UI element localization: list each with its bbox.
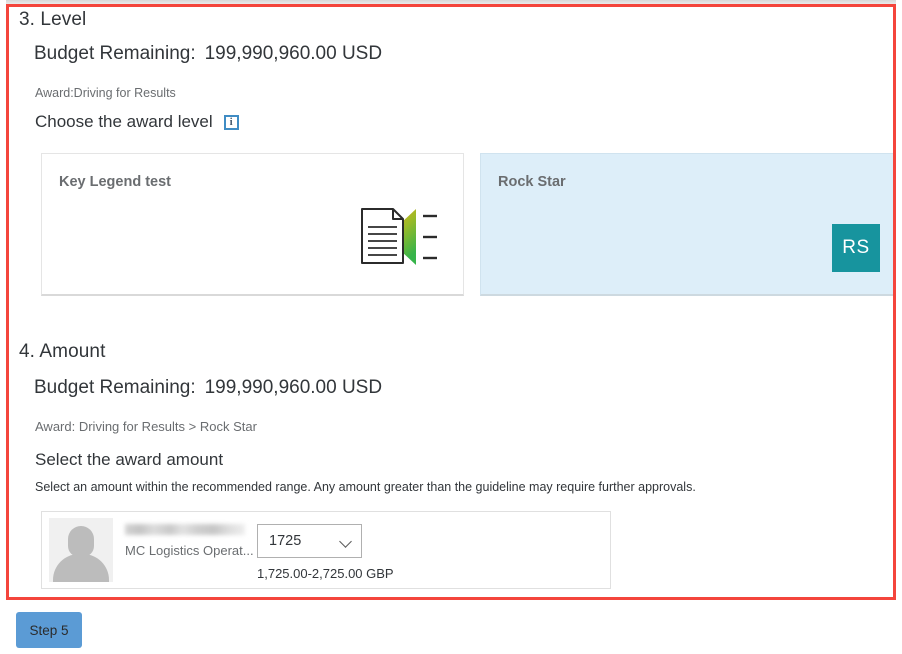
award-level-card-key-legend-test[interactable]: Key Legend test — [41, 153, 464, 296]
level-budget-value: 199,990,960.00 USD — [204, 43, 383, 64]
amount-selector-group: 1725 1,725.00-2,725.00 GBP — [257, 524, 394, 581]
info-icon[interactable]: i — [223, 114, 239, 130]
recipient-name: █████████ ████████ — [125, 524, 245, 535]
chevron-down-icon — [341, 536, 352, 547]
award-level-card-title: Rock Star — [498, 174, 566, 190]
avatar — [49, 518, 113, 582]
wizard-content: 3. Level Budget Remaining: 199,990,960.0… — [9, 7, 893, 597]
amount-budget-label: Budget Remaining: — [34, 377, 196, 398]
choose-award-level-row: Choose the award level i — [35, 112, 239, 132]
level-budget-label: Budget Remaining: — [34, 43, 196, 64]
award-amount-value: 1725 — [269, 533, 302, 549]
amount-helper-text: Select an amount within the recommended … — [35, 480, 696, 494]
select-award-amount-heading: Select the award amount — [35, 450, 224, 469]
choose-award-level-label: Choose the award level — [35, 112, 213, 131]
award-level-badge: RS — [832, 224, 880, 272]
level-step-title: 3. Level — [19, 9, 87, 30]
rock-star-initials-badge: RS — [832, 224, 880, 272]
award-level-card-rock-star[interactable]: Rock Star RS — [480, 153, 893, 296]
award-level-card-list: Key Legend test Rock Star RS — [41, 153, 893, 296]
document-arrow-icon — [359, 207, 441, 272]
amount-budget-value: 199,990,960.00 USD — [204, 377, 383, 398]
wizard-highlight-frame: 3. Level Budget Remaining: 199,990,960.0… — [6, 4, 896, 600]
step-5-button[interactable]: Step 5 — [16, 612, 82, 648]
amount-award-breadcrumb: Award: Driving for Results > Rock Star — [35, 419, 257, 434]
award-amount-dropdown[interactable]: 1725 — [257, 524, 362, 558]
recipient-role: MC Logistics Operat... — [125, 543, 254, 558]
avatar-body-shape — [53, 554, 109, 582]
level-budget-remaining: Budget Remaining: 199,990,960.00 USD — [34, 43, 382, 65]
award-amount-range: 1,725.00-2,725.00 GBP — [257, 566, 394, 581]
award-level-card-title: Key Legend test — [59, 174, 171, 190]
amount-budget-remaining: Budget Remaining: 199,990,960.00 USD — [34, 377, 382, 399]
avatar-head-shape — [68, 526, 94, 557]
level-award-breadcrumb: Award:Driving for Results — [35, 86, 176, 100]
recipient-amount-row: █████████ ████████ MC Logistics Operat..… — [41, 511, 611, 589]
recipient-details: █████████ ████████ MC Logistics Operat..… — [125, 524, 254, 558]
amount-step-title: 4. Amount — [19, 341, 106, 362]
